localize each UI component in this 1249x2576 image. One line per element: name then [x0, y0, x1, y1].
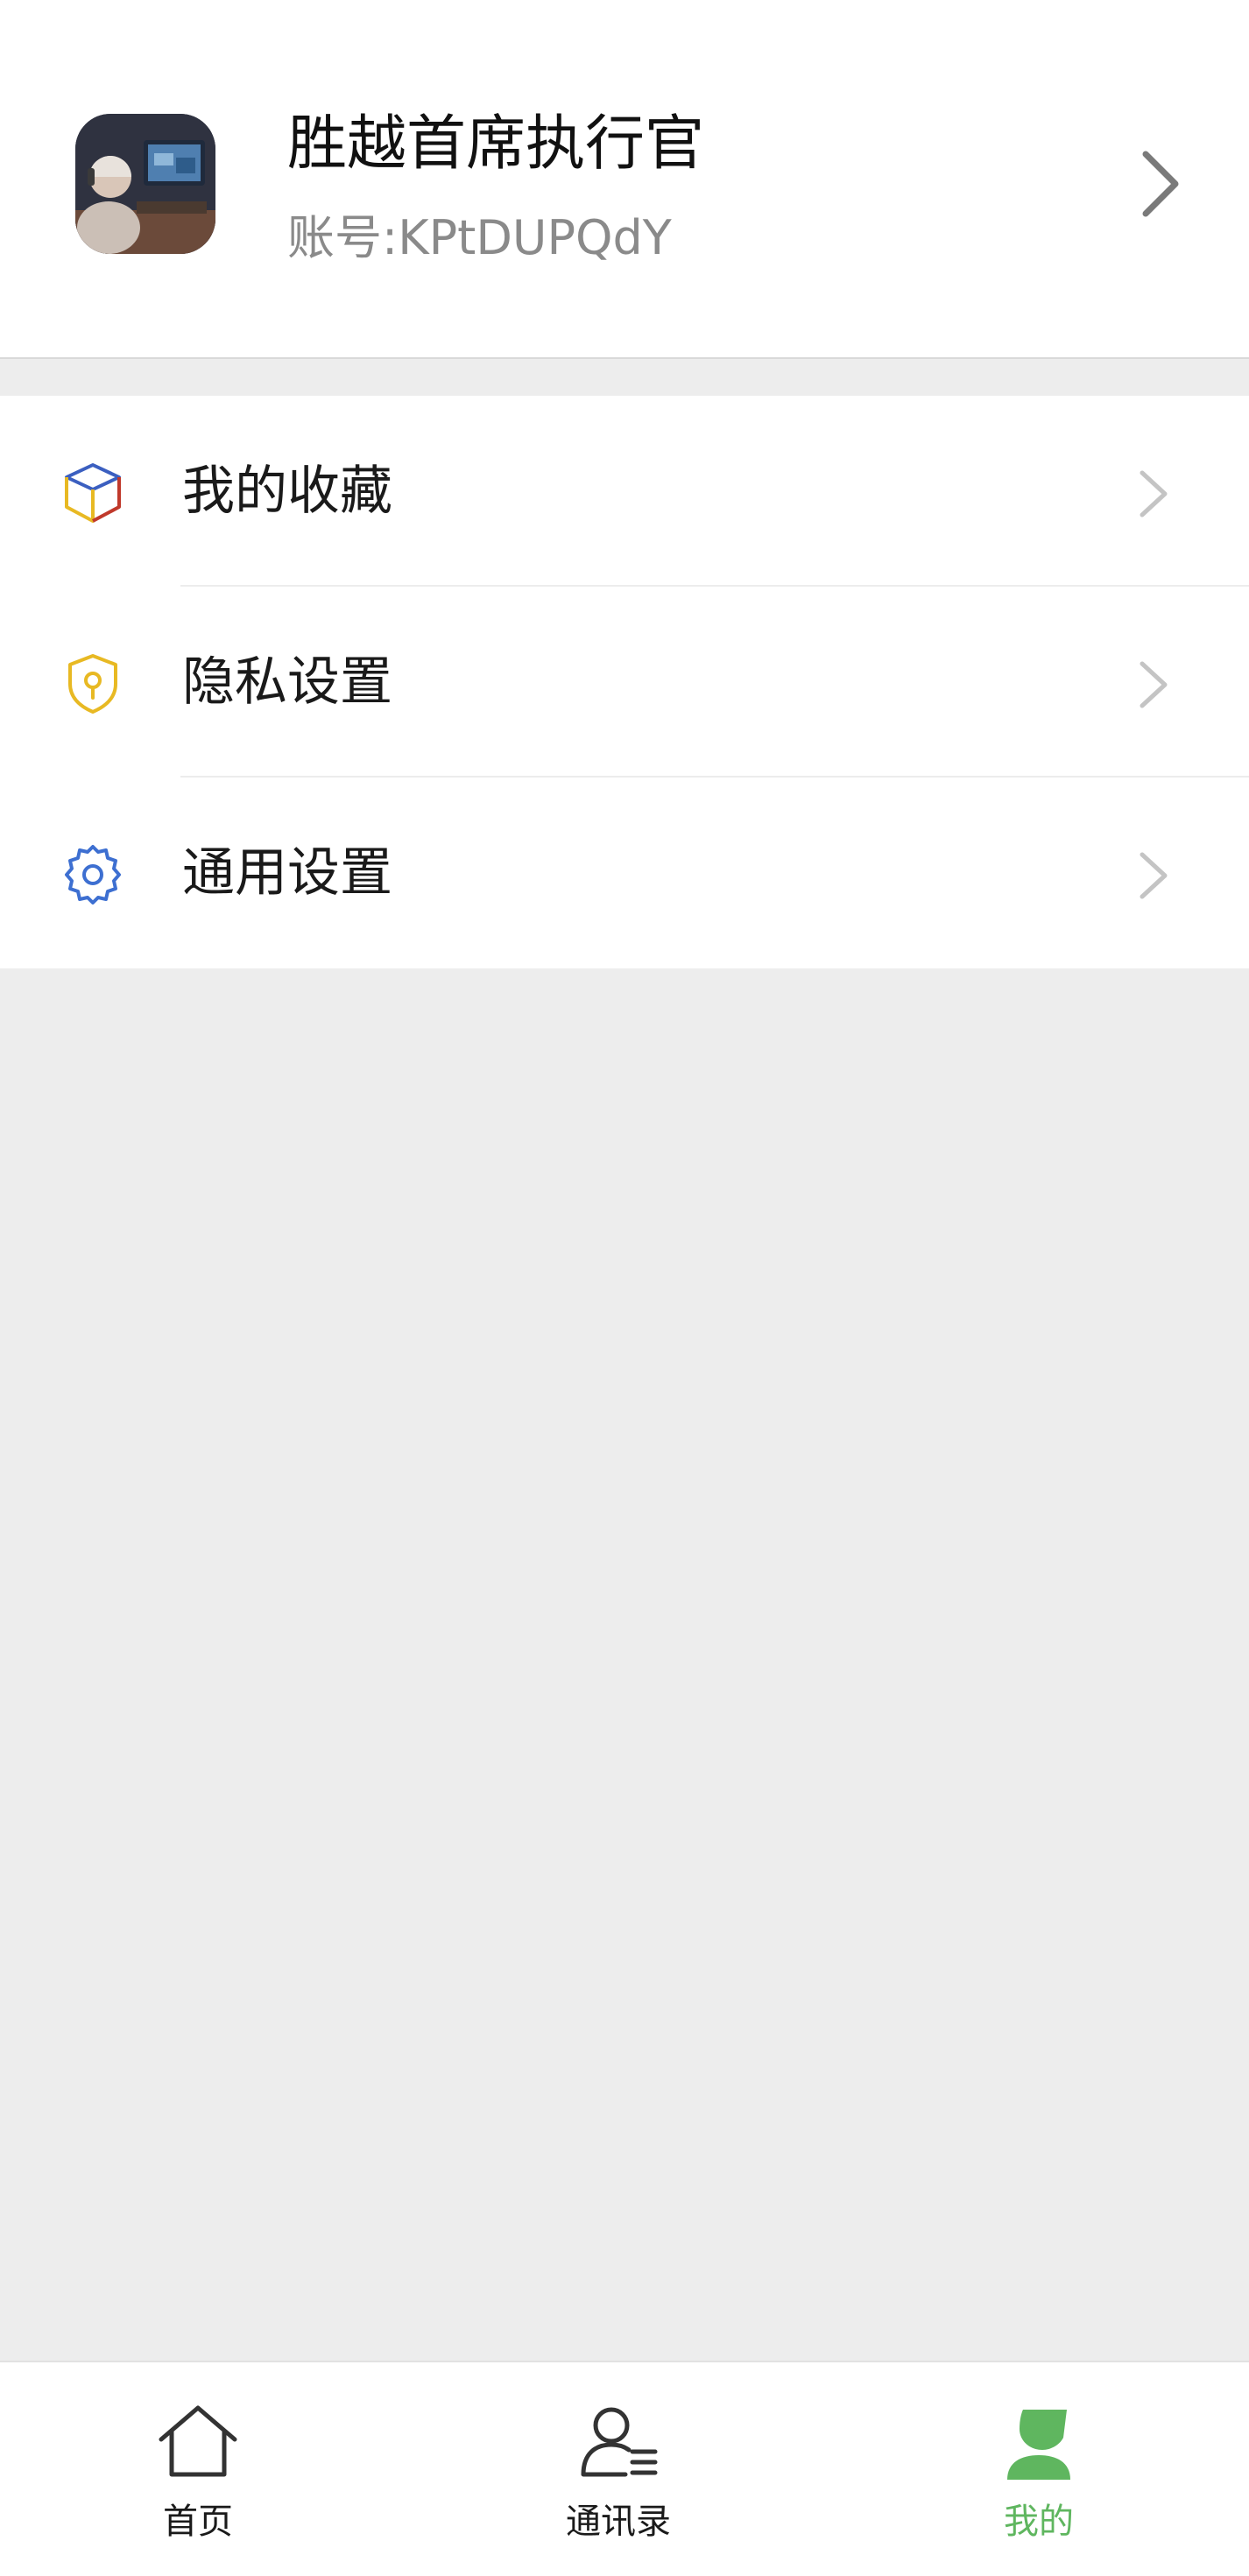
- chevron-right-icon: [1142, 151, 1179, 217]
- home-icon: [159, 2405, 237, 2477]
- tab-label: 首页: [163, 2502, 233, 2542]
- avatar: [75, 114, 215, 254]
- chevron-right-icon: [1140, 470, 1168, 517]
- tab-label: 通讯录: [566, 2502, 671, 2542]
- tab-label: 我的: [1004, 2502, 1074, 2542]
- menu-item-label: 隐私设置: [182, 651, 392, 713]
- menu-item-favorites[interactable]: 我的收藏: [0, 396, 1249, 587]
- menu-item-general-settings[interactable]: 通用设置: [0, 778, 1249, 968]
- menu-item-privacy[interactable]: 隐私设置: [0, 587, 1249, 778]
- tab-home[interactable]: 首页: [67, 2362, 329, 2576]
- settings-menu: 我的收藏 隐私设置 通用设置: [0, 396, 1249, 968]
- profile-name: 胜越首席执行官: [287, 109, 705, 179]
- account-id: 账号:KPtDUPQdY: [287, 210, 672, 265]
- menu-item-label: 通用设置: [182, 842, 392, 904]
- chevron-right-icon: [1140, 661, 1168, 708]
- shield-key-icon: [68, 654, 117, 714]
- tab-me[interactable]: 我的: [907, 2362, 1170, 2576]
- contacts-icon: [581, 2407, 658, 2477]
- chevron-right-icon: [1140, 852, 1168, 899]
- tab-contacts[interactable]: 通讯录: [487, 2362, 750, 2576]
- cube-icon: [65, 463, 121, 523]
- gear-icon: [65, 845, 121, 904]
- bottom-tab-bar: 首页 通讯录 我的: [0, 2361, 1249, 2576]
- person-icon: [1007, 2410, 1070, 2480]
- avatar-image: [75, 114, 215, 254]
- profile-header[interactable]: 胜越首席执行官 账号:KPtDUPQdY: [0, 0, 1249, 359]
- menu-item-label: 我的收藏: [182, 461, 392, 522]
